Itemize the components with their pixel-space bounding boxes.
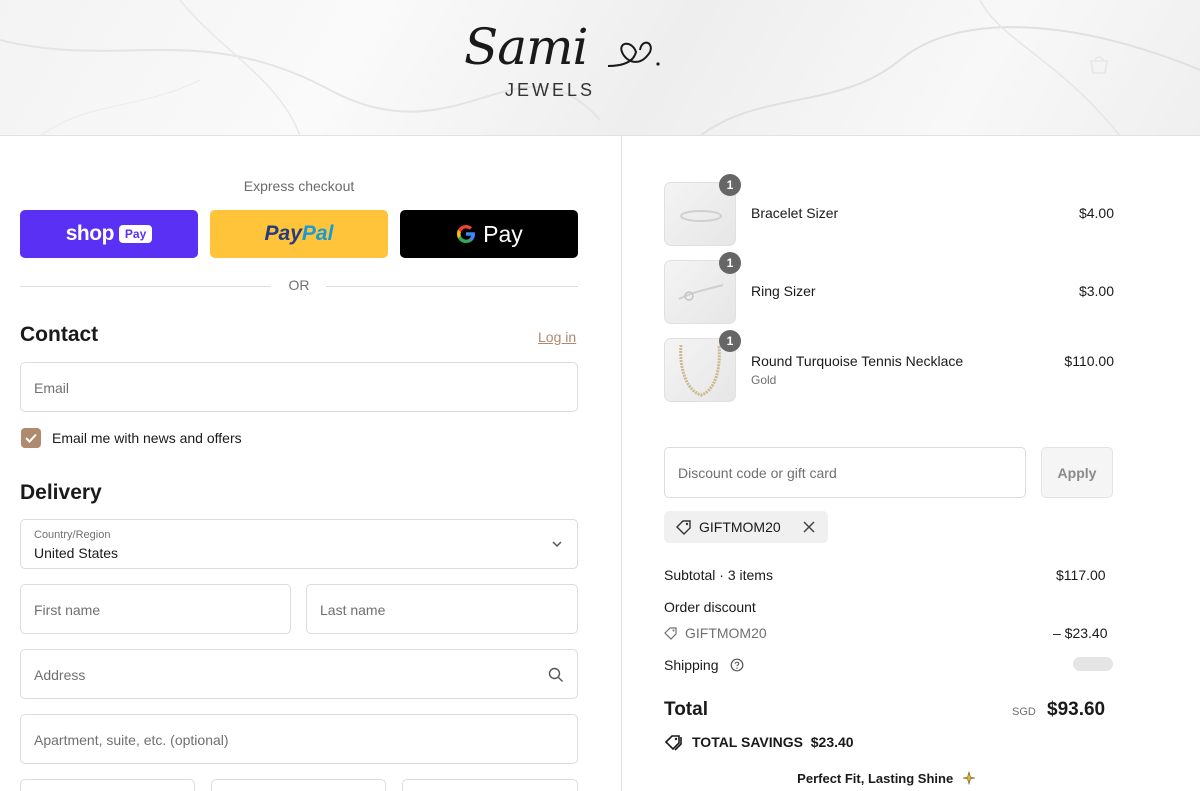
apartment-placeholder: Apartment, suite, etc. (optional) (34, 732, 229, 748)
newsletter-label: Email me with news and offers (52, 430, 242, 446)
contact-heading: Contact (20, 323, 99, 346)
log-in-link[interactable]: Log in (538, 329, 576, 345)
express-checkout-label: Express checkout (243, 178, 355, 194)
applied-discount-chip: GIFTMOM20 (664, 511, 828, 543)
store-header: Sami JEWELS (0, 0, 1200, 136)
country-label: Country/Region (34, 529, 111, 541)
paypal-logo-pay: Pay (264, 222, 302, 245)
first-name-field[interactable]: First name (20, 584, 291, 634)
total-value: $93.60 (1047, 699, 1106, 720)
total-savings-label: TOTAL SAVINGS (692, 734, 803, 750)
promo-text: Perfect Fit, Lasting Shine (797, 771, 954, 786)
country-select[interactable]: Country/Region United States (20, 519, 578, 569)
logo-subtitle: JEWELS (505, 80, 596, 100)
item-name: Round Turquoise Tennis Necklace (751, 353, 964, 369)
item-price: $110.00 (1064, 353, 1114, 369)
promo-banner: Perfect Fit, Lasting Shine (622, 770, 1152, 786)
column-divider (621, 136, 622, 791)
shop-pay-button[interactable]: shop Pay (20, 210, 198, 258)
item-name: Bracelet Sizer (751, 205, 839, 221)
apply-button[interactable]: Apply (1041, 447, 1113, 498)
tag-icon (676, 520, 691, 535)
sparkle-icon (962, 770, 975, 786)
order-discount-label: Order discount (664, 599, 756, 615)
paypal-logo-pal: Pal (301, 222, 334, 245)
delivery-heading: Delivery (20, 481, 102, 504)
or-separator: OR (20, 276, 578, 296)
paypal-button[interactable]: Pay Pal (210, 210, 388, 258)
total-savings-value: $23.40 (810, 734, 854, 750)
cart-item: 1 Bracelet Sizer $4.00 (664, 174, 1114, 246)
subtotal-value: $117.00 (1056, 567, 1106, 583)
applied-discount-code: GIFTMOM20 (699, 519, 781, 535)
shop-pay-badge: Pay (118, 225, 153, 243)
heart-icon (607, 41, 660, 67)
checkmark-icon (25, 433, 37, 443)
google-g-icon (457, 225, 476, 243)
last-name-placeholder: Last name (320, 602, 386, 618)
apartment-field[interactable]: Apartment, suite, etc. (optional) (20, 714, 578, 764)
brand-logo[interactable]: Sami JEWELS (460, 18, 670, 102)
item-variant: Gold (751, 373, 777, 387)
shop-pay-logo: shop (65, 222, 115, 245)
quantity-badge: 1 (719, 330, 741, 352)
cart-icon[interactable] (1088, 54, 1110, 76)
discount-placeholder: Discount code or gift card (678, 465, 837, 481)
item-name: Ring Sizer (751, 283, 816, 299)
zip-field[interactable] (402, 779, 578, 791)
cart-item: 1 Round Turquoise Tennis Necklace Gold $… (664, 330, 1114, 402)
quantity-badge: 1 (719, 174, 741, 196)
total-label: Total (664, 699, 708, 720)
item-price: $4.00 (1078, 205, 1114, 221)
remove-discount-icon[interactable] (802, 520, 816, 534)
shipping-value-loading (1073, 657, 1113, 671)
subtotal-label: Subtotal · 3 items (664, 567, 773, 583)
first-name-placeholder: First name (34, 602, 101, 618)
country-value: United States (34, 545, 119, 561)
email-placeholder: Email (34, 380, 70, 396)
help-circle-icon[interactable] (730, 658, 744, 672)
newsletter-checkbox[interactable] (21, 428, 41, 448)
email-field[interactable]: Email (20, 362, 578, 412)
google-pay-label: Pay (483, 220, 523, 247)
cart-item: 1 Ring Sizer $3.00 (664, 252, 1114, 324)
or-text: OR (288, 277, 310, 293)
shipping-label: Shipping (664, 657, 719, 673)
discount-code-field[interactable]: Discount code or gift card (664, 447, 1026, 498)
chevron-down-icon (552, 541, 562, 548)
search-icon (548, 667, 563, 682)
savings-tag-icon (664, 735, 682, 751)
city-field[interactable] (20, 779, 195, 791)
google-pay-button[interactable]: Pay (400, 210, 578, 258)
logo-script-text: Sami (464, 18, 588, 76)
address-placeholder: Address (34, 667, 86, 683)
last-name-field[interactable]: Last name (306, 584, 578, 634)
total-currency: SGD (1012, 706, 1036, 718)
state-field[interactable] (211, 779, 386, 791)
order-discount-value: – $23.40 (1053, 625, 1108, 641)
quantity-badge: 1 (719, 252, 741, 274)
order-discount-code: GIFTMOM20 (685, 625, 767, 641)
tag-icon (664, 627, 677, 640)
item-price: $3.00 (1078, 283, 1114, 299)
address-field[interactable]: Address (20, 649, 578, 699)
